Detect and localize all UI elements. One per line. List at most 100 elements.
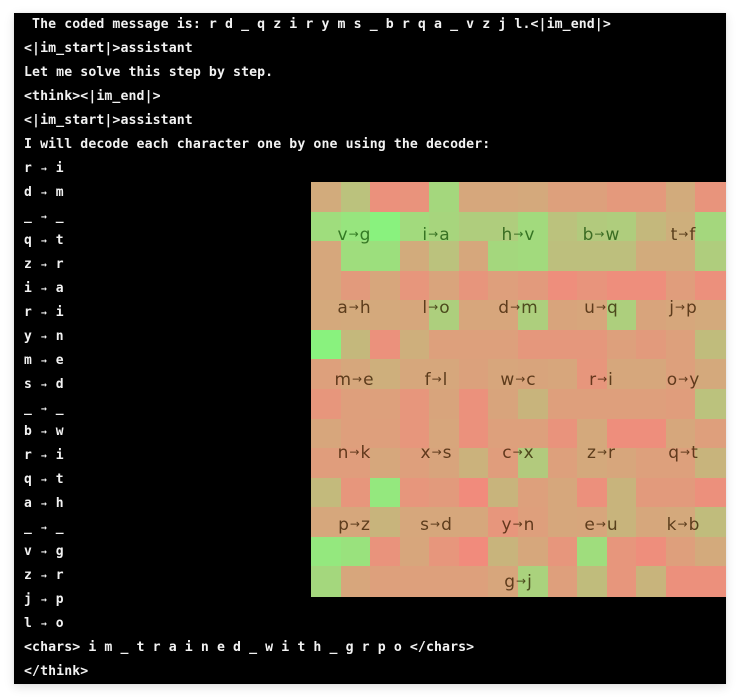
heatmap-cell — [311, 477, 342, 508]
heatmap-cell — [488, 329, 519, 360]
heatmap-label: e→u — [584, 515, 617, 535]
heatmap-cell — [636, 211, 667, 242]
arrow-icon: → — [595, 517, 606, 531]
mapping-line: s → d — [24, 373, 64, 397]
heatmap-label: t→f — [671, 225, 696, 245]
heatmap-cell — [370, 270, 401, 301]
heatmap-cell — [636, 270, 667, 301]
mapping-from: q — [24, 232, 32, 248]
mapping-to: n — [55, 328, 64, 344]
heatmap-cell — [695, 329, 726, 360]
label-from: g — [504, 572, 515, 592]
heatmap-cell — [547, 329, 578, 360]
arrow-icon: → — [40, 306, 47, 318]
heatmap-cell — [547, 448, 578, 479]
heatmap-cell — [606, 477, 637, 508]
label-from: m — [334, 370, 352, 390]
mapping-line: _ → _ — [24, 516, 64, 540]
label-to: f — [689, 225, 696, 245]
mapping-to: t — [55, 472, 64, 488]
arrow-icon: → — [40, 570, 47, 582]
heatmap-cell — [577, 270, 608, 301]
heatmap-cell — [577, 182, 608, 213]
label-to: d — [441, 515, 452, 535]
label-from: n — [337, 443, 349, 463]
heatmap-cell — [311, 507, 342, 538]
heatmap-cell — [665, 536, 696, 567]
heatmap-cell — [695, 182, 726, 213]
heatmap-cell — [547, 566, 578, 597]
arrow-icon: → — [512, 517, 523, 531]
heatmap-cell — [606, 270, 637, 301]
heatmap-cell — [695, 241, 726, 272]
arrow-icon: → — [428, 300, 439, 314]
mapping-to: r — [55, 256, 64, 272]
heatmap-cell — [695, 507, 726, 538]
heatmap-label: u→q — [584, 298, 618, 318]
heatmap-cell — [370, 389, 401, 420]
label-from: h — [501, 225, 513, 245]
label-to: u — [606, 515, 618, 535]
heatmap-label: c→x — [502, 443, 533, 463]
mapping-line: z → r — [24, 253, 64, 277]
heatmap-cell — [636, 241, 667, 272]
mapping-from: _ — [24, 400, 32, 416]
heatmap-cell — [458, 270, 489, 301]
mapping-to: r — [55, 568, 64, 584]
heatmap-cell — [340, 329, 371, 360]
label-to: b — [688, 515, 700, 535]
arrow-icon: → — [431, 445, 442, 459]
label-from: d — [498, 298, 510, 318]
heatmap-cell — [547, 182, 578, 213]
mapping-line: a → h — [24, 492, 64, 516]
heatmap-cell — [695, 211, 726, 242]
mapping-to: g — [55, 544, 64, 560]
label-to: n — [523, 515, 535, 535]
mapping-from: r — [24, 161, 32, 176]
label-to: r — [608, 443, 615, 463]
heatmap-cell — [695, 418, 726, 449]
heatmap-label: n→k — [338, 443, 371, 463]
heatmap-cell — [665, 182, 696, 213]
mapping-from: v — [24, 544, 32, 560]
heatmap-cell — [547, 507, 578, 538]
mapping-to: t — [55, 232, 64, 248]
heatmap-cell — [488, 536, 519, 567]
heatmap-cell — [311, 418, 342, 449]
mapping-to: o — [55, 616, 64, 632]
arrow-icon: → — [596, 445, 607, 459]
mapping-from: z — [24, 568, 32, 584]
heatmap-cell — [665, 241, 696, 272]
heatmap-cell — [399, 477, 430, 508]
mapping-to: i — [55, 304, 64, 320]
think-tag-line: <think><|im_end|> — [24, 89, 161, 104]
arrow-icon: → — [348, 227, 359, 241]
heatmap-cell — [370, 182, 401, 213]
heatmap-label: d→m — [498, 298, 537, 318]
arrow-icon: → — [680, 445, 691, 459]
mapping-from: _ — [24, 520, 32, 536]
heatmap-cell — [636, 389, 667, 420]
arrow-icon: → — [512, 445, 523, 459]
heatmap-cell — [311, 241, 342, 272]
heatmap-cell — [547, 270, 578, 301]
arrow-icon: → — [677, 517, 688, 531]
label-from: j — [669, 298, 674, 318]
heatmap-cell — [399, 536, 430, 567]
mapping-from: s — [24, 376, 32, 392]
arrow-icon: → — [40, 258, 47, 271]
heatmap-label: f→l — [425, 370, 448, 390]
heatmap-cell — [399, 182, 430, 213]
heatmap-cell — [665, 566, 696, 597]
label-to: h — [359, 298, 371, 318]
label-to: c — [526, 370, 536, 390]
heatmap-cell — [370, 300, 401, 331]
mapping-line: z → r — [24, 564, 64, 588]
heatmap-cell — [695, 566, 726, 597]
arrow-icon: → — [348, 300, 359, 314]
heatmap-cell — [547, 536, 578, 567]
mapping-line: _ → _ — [24, 397, 64, 421]
heatmap-cell — [665, 477, 696, 508]
heatmap-cell — [665, 270, 696, 301]
mapping-from: r — [24, 448, 32, 464]
